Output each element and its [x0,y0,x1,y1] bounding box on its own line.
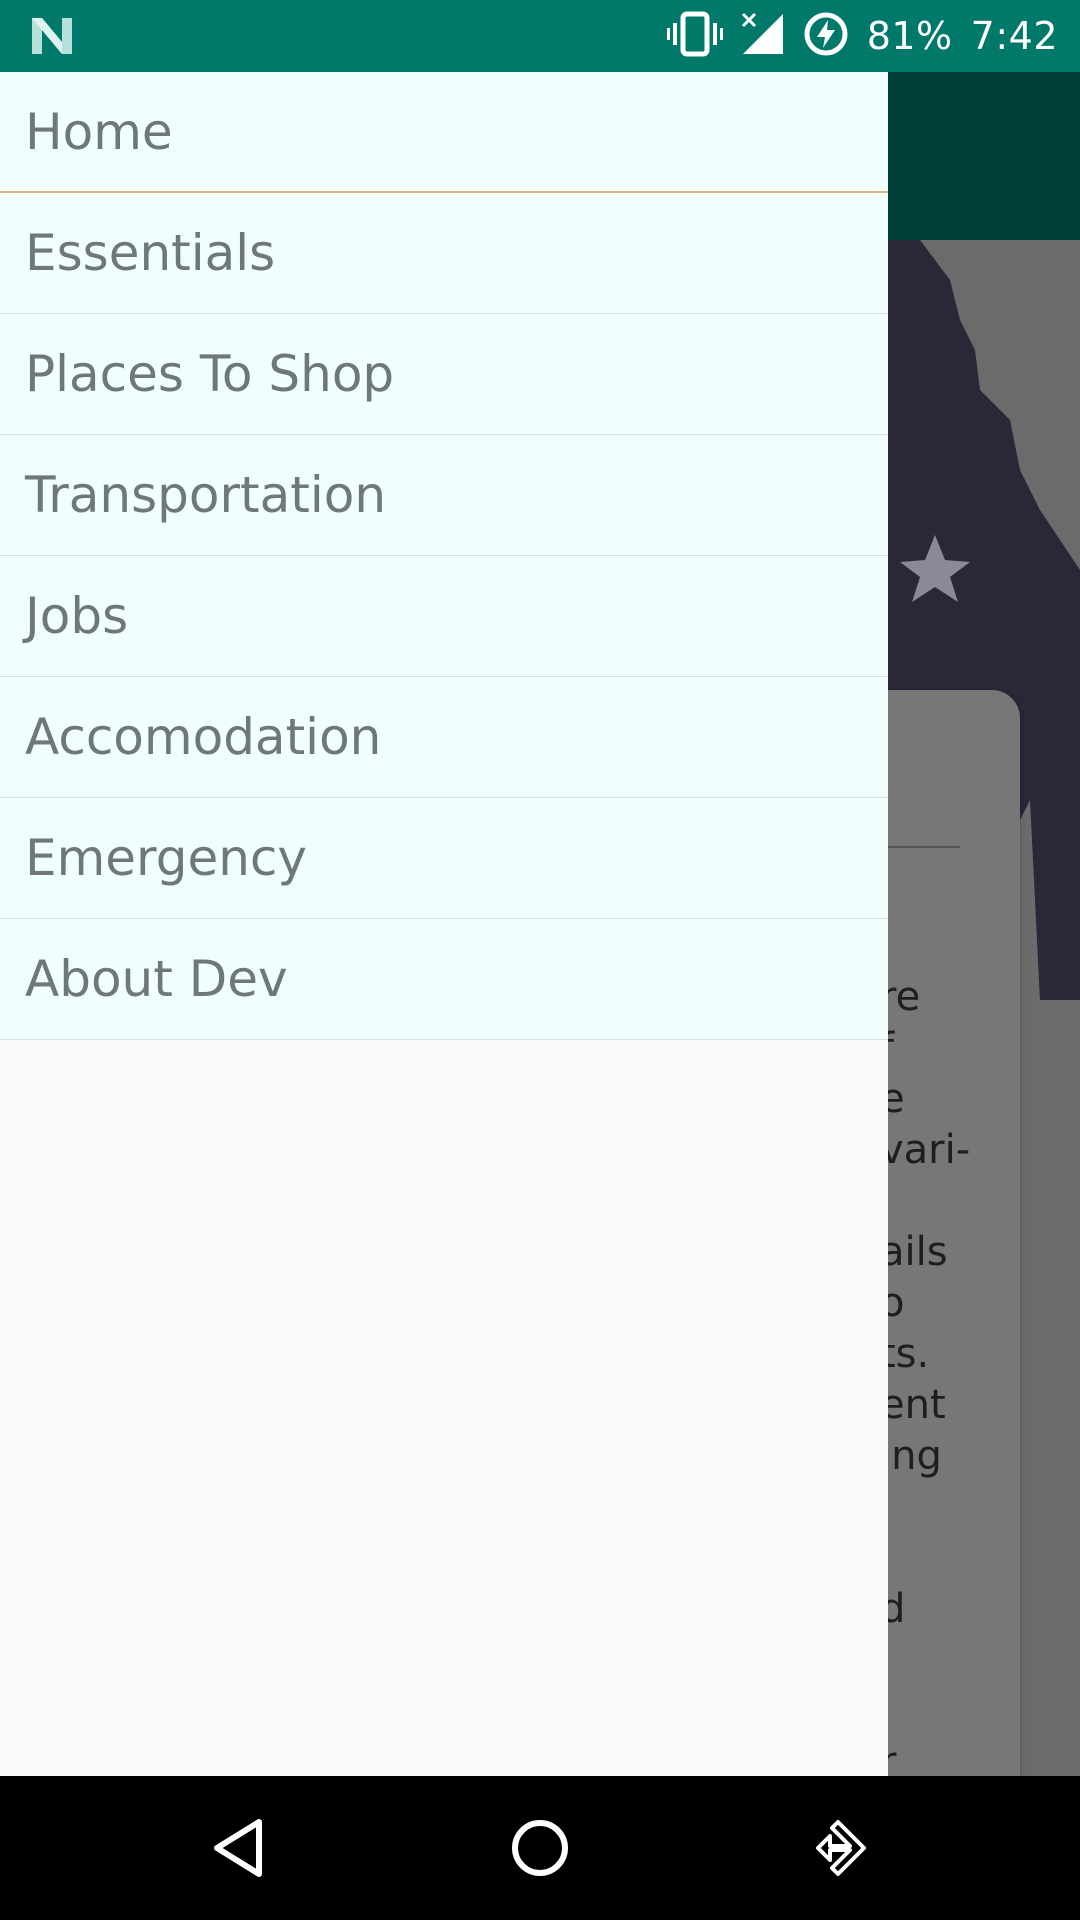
back-icon[interactable] [209,1816,273,1880]
drawer-item-label: Jobs [25,587,129,645]
system-nav-bar [0,1776,1080,1920]
battery-charging-icon [803,11,849,61]
drawer-item-transportation[interactable]: Transportation [0,435,888,556]
battery-percent: 81% [866,14,953,58]
drawer-item-label: Transportation [25,466,387,524]
drawer-item-emergency[interactable]: Emergency [0,798,888,919]
drawer-item-places-to-shop[interactable]: Places To Shop [0,314,888,435]
drawer-item-jobs[interactable]: Jobs [0,556,888,677]
drawer-item-essentials[interactable]: Essentials [0,193,888,314]
drawer-item-label: Essentials [25,224,276,282]
drawer-item-label: Accomodation [25,708,382,766]
signal-no-data-icon [741,12,785,60]
home-icon[interactable] [508,1816,572,1880]
drawer-item-about-dev[interactable]: About Dev [0,919,888,1040]
status-bar: 81% 7:42 [0,0,1080,72]
drawer-item-home[interactable]: Home [0,72,888,193]
rotate-icon[interactable] [808,1816,872,1880]
notification-n-icon [30,16,74,56]
vibrate-icon [666,11,723,61]
drawer-item-accomodation[interactable]: Accomodation [0,677,888,798]
drawer-item-label: Home [25,102,173,161]
drawer-item-label: Places To Shop [25,345,395,403]
clock: 7:42 [970,14,1058,58]
navigation-drawer: Home Essentials Places To Shop Transport… [0,72,888,1776]
drawer-item-label: Emergency [25,829,308,887]
card-text: re f e vari- l ails o ts. ent ing l d r … [880,974,971,1776]
drawer-item-label: About Dev [25,950,288,1008]
